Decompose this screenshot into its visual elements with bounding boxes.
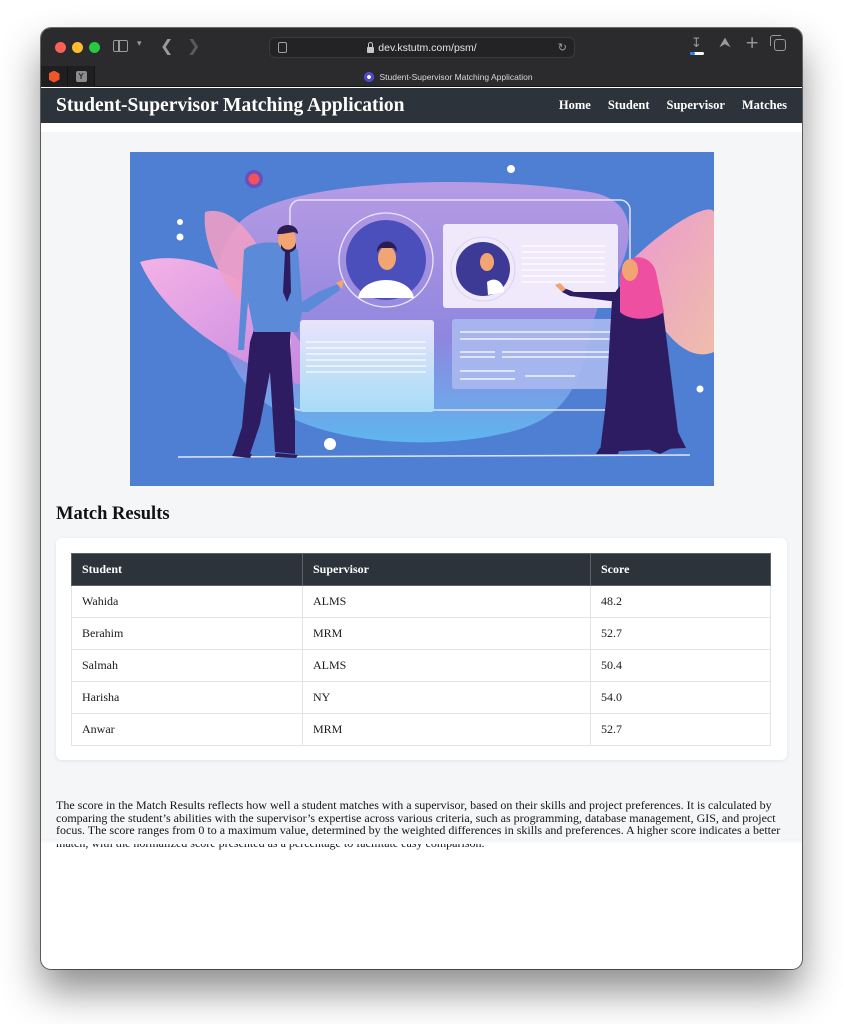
- hero-illustration: [130, 152, 714, 486]
- nav-link-home[interactable]: Home: [559, 98, 591, 113]
- sidebar-icon[interactable]: [113, 40, 128, 52]
- table-row: Salmah ALMS 50.4: [71, 649, 771, 682]
- cell-score: 54.0: [590, 681, 771, 714]
- match-results-card: Student Supervisor Score Wahida ALMS 48.…: [56, 538, 787, 760]
- site-brand[interactable]: Student-Supervisor Matching Application: [56, 95, 405, 117]
- column-header-score: Score: [590, 553, 771, 586]
- close-window-button[interactable]: [55, 42, 66, 53]
- lock-icon: [367, 41, 375, 53]
- pinned-tab[interactable]: Y: [68, 66, 95, 87]
- nav-links: Home Student Supervisor Matches: [559, 98, 787, 113]
- pinned-tab[interactable]: [41, 66, 68, 87]
- cell-supervisor: MRM: [302, 713, 591, 746]
- cell-supervisor: NY: [302, 681, 591, 714]
- decorative-dot: [248, 173, 260, 185]
- nav-link-matches[interactable]: Matches: [742, 98, 787, 113]
- share-icon[interactable]: ⮝: [719, 36, 731, 50]
- minimize-window-button[interactable]: [72, 42, 83, 53]
- cell-student: Salmah: [71, 649, 303, 682]
- cell-score: 52.7: [590, 713, 771, 746]
- page-content: Match Results Student Supervisor Score W…: [41, 123, 802, 849]
- cell-student: Anwar: [71, 713, 303, 746]
- cell-supervisor: ALMS: [302, 649, 591, 682]
- tab-title: Student-Supervisor Matching Application: [379, 71, 533, 82]
- table-row: Wahida ALMS 48.2: [71, 585, 771, 618]
- nav-link-supervisor[interactable]: Supervisor: [667, 98, 725, 113]
- cell-student: Harisha: [71, 681, 303, 714]
- cell-score: 48.2: [590, 585, 771, 618]
- back-icon[interactable]: ❮: [160, 38, 173, 54]
- active-tab[interactable]: Student-Supervisor Matching Application: [95, 66, 802, 87]
- table-row: Anwar MRM 52.7: [71, 713, 771, 746]
- forward-icon[interactable]: ❯: [187, 38, 200, 54]
- download-icon[interactable]: ↧: [691, 37, 702, 50]
- hero-svg: [140, 165, 714, 458]
- plus-icon[interactable]: +: [745, 35, 759, 52]
- nav-link-student[interactable]: Student: [608, 98, 650, 113]
- cell-student: Berahim: [71, 617, 303, 650]
- browser-window: ▾ ❮ ❯ dev.kstutm.com/psm/ ↻ ↧ ⮝ + Y Stud…: [41, 28, 802, 969]
- favicon-icon: [364, 71, 375, 82]
- cell-supervisor: MRM: [302, 617, 591, 650]
- browser-toolbar: ▾ ❮ ❯ dev.kstutm.com/psm/ ↻ ↧ ⮝ +: [41, 28, 802, 66]
- chevron-down-icon[interactable]: ▾: [137, 40, 142, 49]
- match-results-table: Student Supervisor Score Wahida ALMS 48.…: [71, 553, 771, 746]
- hexagon-app-icon: [48, 70, 60, 83]
- table-row: Harisha NY 54.0: [71, 681, 771, 714]
- site-navbar: Student-Supervisor Matching Application …: [41, 88, 802, 123]
- cell-student: Wahida: [71, 585, 303, 618]
- download-progress-bar: [690, 52, 704, 55]
- address-bar[interactable]: dev.kstutm.com/psm/ ↻: [269, 37, 575, 58]
- reload-icon[interactable]: ↻: [558, 41, 567, 54]
- table-header-row: Student Supervisor Score: [71, 553, 771, 586]
- cell-score: 50.4: [590, 649, 771, 682]
- y-letter-icon: Y: [75, 71, 87, 82]
- cell-supervisor: ALMS: [302, 585, 591, 618]
- cell-score: 52.7: [590, 617, 771, 650]
- tabs-overview-icon[interactable]: [770, 35, 786, 51]
- table-row: Berahim MRM 52.7: [71, 617, 771, 650]
- tab-strip: Y Student-Supervisor Matching Applicatio…: [41, 66, 802, 87]
- url-text[interactable]: dev.kstutm.com/psm/: [378, 42, 476, 54]
- column-header-supervisor: Supervisor: [302, 553, 591, 586]
- zoom-window-button[interactable]: [89, 42, 100, 53]
- match-results-title: Match Results: [56, 504, 170, 524]
- column-header-student: Student: [71, 553, 303, 586]
